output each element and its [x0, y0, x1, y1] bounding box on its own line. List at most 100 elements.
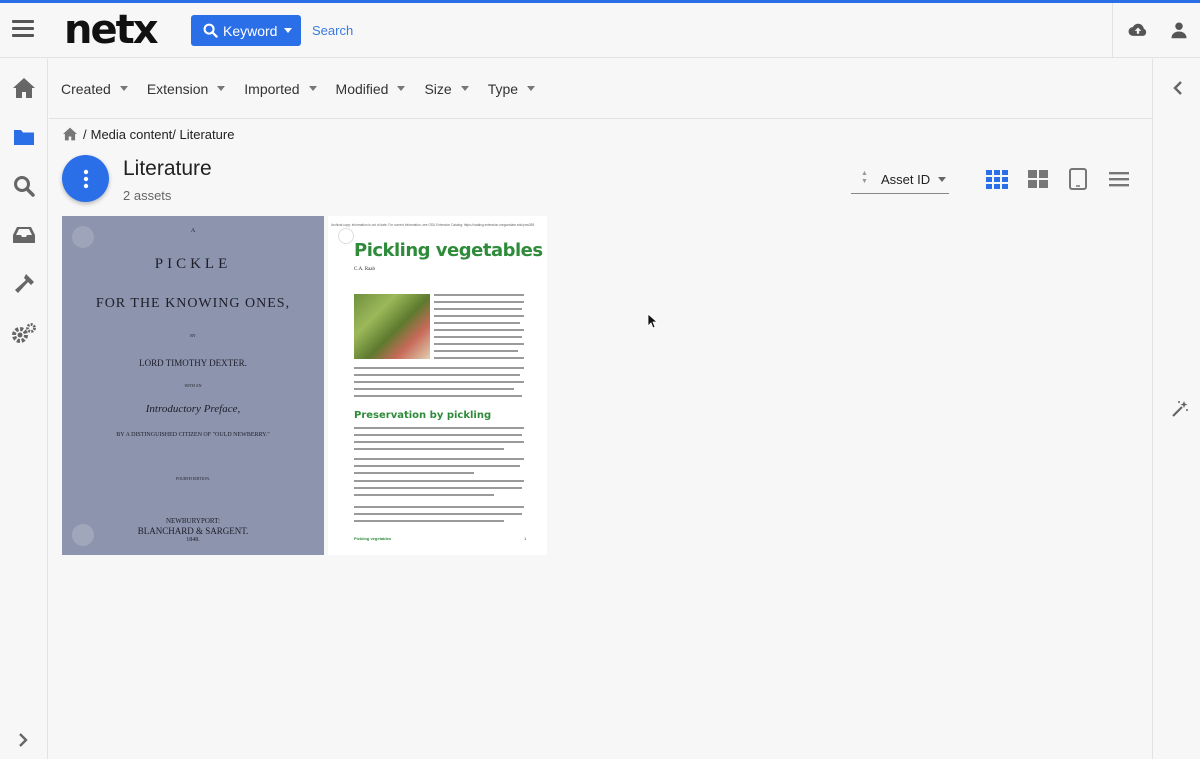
- text-line: [354, 472, 474, 474]
- book-line: BLANCHARD & SARGENT.: [137, 526, 249, 536]
- filter-modified[interactable]: Modified: [336, 81, 406, 97]
- chevron-left-icon[interactable]: [1169, 79, 1187, 97]
- keyword-label: Keyword: [223, 22, 278, 39]
- text-line: [354, 448, 504, 450]
- book-line: FOURTH EDITION.: [176, 476, 210, 481]
- book-line: FOR THE KNOWING ONES,: [95, 296, 291, 311]
- chevron-down-icon: [119, 86, 128, 91]
- book-line: NEWBURYPORT:: [165, 517, 221, 525]
- folder-actions-button[interactable]: [62, 155, 109, 202]
- home-icon[interactable]: [11, 75, 37, 101]
- filter-label: Type: [487, 80, 519, 97]
- breadcrumb-separator: /: [83, 126, 87, 142]
- expand-sidebar-icon[interactable]: [14, 731, 32, 749]
- sort-label: Asset ID: [881, 172, 931, 187]
- text-line: [354, 395, 522, 397]
- filter-extension[interactable]: Extension: [146, 80, 226, 97]
- text-line: [354, 374, 520, 376]
- magic-wand-icon[interactable]: [1171, 400, 1189, 418]
- filter-size[interactable]: Size: [424, 80, 469, 97]
- text-line: [434, 294, 524, 296]
- chevron-down-icon: [460, 86, 469, 91]
- list-icon[interactable]: [1108, 168, 1130, 190]
- filter-label: Size: [424, 80, 452, 97]
- grid-large-icon[interactable]: [1027, 168, 1049, 190]
- thumbnail-action-button[interactable]: [72, 524, 94, 546]
- text-line: [354, 434, 522, 436]
- page-title: Literature: [123, 157, 212, 180]
- filter-type[interactable]: Type: [487, 80, 536, 97]
- text-line: [354, 520, 504, 522]
- filter-label: Created: [61, 80, 111, 97]
- grid-small-icon[interactable]: [986, 168, 1008, 190]
- breadcrumb: / Media content/ Literature: [62, 125, 234, 143]
- select-checkbox[interactable]: [338, 228, 354, 244]
- pdf-page-number: 1: [524, 536, 527, 541]
- chevron-down-icon: [397, 86, 406, 91]
- home-icon[interactable]: [62, 127, 78, 141]
- text-line: [434, 357, 524, 359]
- text-line: [434, 350, 518, 352]
- settings-icon[interactable]: [11, 320, 37, 346]
- more-vertical-icon: [83, 169, 88, 188]
- cloud-upload-icon[interactable]: [1128, 20, 1148, 40]
- chevron-down-icon: [938, 177, 947, 182]
- book-line: A: [190, 228, 196, 234]
- keyword-search-type-button[interactable]: Keyword: [191, 15, 301, 46]
- app-header: netx Keyword: [0, 3, 1200, 58]
- breadcrumb-path[interactable]: Media content/ Literature: [91, 127, 235, 142]
- chevron-down-icon: [527, 86, 536, 91]
- hamburger-menu-icon[interactable]: [12, 20, 34, 42]
- text-line: [354, 506, 524, 508]
- text-line: [354, 487, 522, 489]
- filter-bar: Created Extension Imported Modified Size…: [49, 59, 1152, 119]
- text-line: [354, 494, 494, 496]
- pdf-subheading: Preservation by pickling: [354, 410, 492, 421]
- header-divider: [1112, 3, 1113, 58]
- sort-select[interactable]: ▲ ▼ Asset ID: [851, 166, 949, 194]
- inbox-icon[interactable]: [11, 222, 37, 248]
- left-navigation: [0, 59, 48, 759]
- user-account-icon[interactable]: [1170, 21, 1188, 39]
- text-line: [354, 513, 522, 515]
- text-line: [354, 441, 524, 443]
- text-line: [434, 329, 524, 331]
- book-line: BY A DISTINGUISHED CITIZEN OF "OULD NEWB…: [116, 432, 270, 438]
- text-line: [354, 458, 524, 460]
- text-line: [434, 301, 524, 303]
- book-line: PICKLE: [154, 256, 232, 272]
- filter-label: Modified: [335, 80, 389, 97]
- search-input[interactable]: [312, 19, 872, 41]
- pdf-header-note: Archival copy: information is out of dat…: [331, 223, 535, 227]
- text-line: [354, 388, 514, 390]
- filter-label: Imported: [244, 80, 300, 97]
- tablet-icon[interactable]: [1067, 168, 1089, 190]
- text-line: [354, 427, 524, 429]
- filter-created[interactable]: Created: [61, 81, 128, 97]
- text-line: [354, 465, 520, 467]
- book-line: LORD TIMOTHY DEXTER.: [139, 358, 247, 368]
- text-line: [354, 367, 524, 369]
- chevron-down-icon: [284, 28, 293, 33]
- book-line: BY: [190, 333, 196, 338]
- asset-thumbnail[interactable]: A PICKLE FOR THE KNOWING ONES, BY LORD T…: [62, 216, 324, 555]
- pdf-title: Pickling vegetables: [354, 240, 543, 261]
- asset-thumbnail[interactable]: Archival copy: information is out of dat…: [328, 216, 547, 555]
- book-line: WITH AN: [184, 383, 202, 388]
- sort-direction-icon[interactable]: ▲ ▼: [861, 170, 869, 190]
- app-logo[interactable]: netx: [64, 7, 159, 53]
- text-line: [354, 480, 524, 482]
- right-rail: [1152, 59, 1200, 759]
- folder-icon[interactable]: [11, 124, 37, 150]
- text-line: [434, 343, 524, 345]
- pdf-author: C.A. Raab: [354, 267, 375, 272]
- filter-label: Extension: [146, 80, 209, 97]
- text-line: [434, 315, 524, 317]
- filter-imported[interactable]: Imported: [244, 80, 317, 97]
- asset-count: 2 assets: [123, 188, 172, 203]
- hammer-icon[interactable]: [11, 271, 37, 297]
- text-line: [434, 322, 520, 324]
- search-icon[interactable]: [11, 173, 37, 199]
- pdf-footer: Pickling vegetables: [354, 536, 392, 541]
- text-line: [354, 381, 524, 383]
